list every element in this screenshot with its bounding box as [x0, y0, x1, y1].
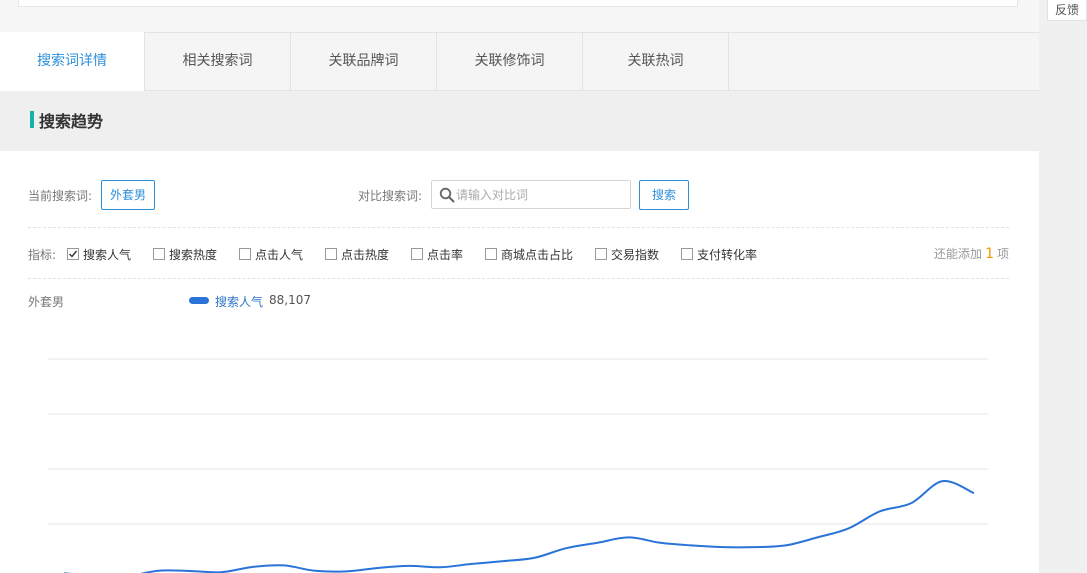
metric-click-popularity[interactable]: 点击人气 [239, 246, 303, 262]
tab-related-brand[interactable]: 关联品牌词 [291, 32, 437, 91]
series-line [64, 480, 975, 573]
section-title: 搜索趋势 [39, 112, 104, 131]
metric-label: 搜索人气 [83, 247, 132, 262]
section-header: 搜索趋势 [0, 91, 1039, 151]
checkbox[interactable] [325, 248, 337, 260]
legend-series-value: 88,107 [269, 293, 311, 307]
search-icon [439, 187, 455, 203]
tab-related-search[interactable]: 相关搜索词 [145, 32, 291, 91]
compare-keyword-input[interactable] [456, 181, 626, 208]
metric-label: 点击率 [427, 247, 464, 262]
metric-mall-click-share[interactable]: 商城点击占比 [485, 246, 573, 262]
chart-keyword-label: 外套男 [28, 295, 65, 309]
metric-label: 交易指数 [611, 247, 660, 262]
metric-label: 点击热度 [341, 247, 390, 262]
checkbox[interactable] [67, 248, 79, 260]
trend-chart [48, 358, 988, 573]
check-icon [69, 250, 78, 258]
tab-bar: 搜索词详情 相关搜索词 关联品牌词 关联修饰词 关联热词 [0, 32, 1039, 92]
checkbox[interactable] [153, 248, 165, 260]
top-card [18, 0, 1018, 7]
current-keyword-tag[interactable]: 外套男 [101, 180, 155, 210]
metric-pay-conversion[interactable]: 支付转化率 [681, 246, 757, 262]
divider [28, 278, 1009, 279]
metric-label: 搜索热度 [169, 247, 218, 262]
divider [28, 227, 1009, 228]
checkbox[interactable] [681, 248, 693, 260]
compare-search-box [431, 180, 631, 209]
checkbox[interactable] [239, 248, 251, 260]
section-marker [30, 111, 34, 128]
remaining-hint: 还能添加 1 项 [934, 245, 1009, 262]
metric-label: 商城点击占比 [501, 247, 574, 262]
tab-related-hot[interactable]: 关联热词 [583, 32, 729, 91]
metric-label: 支付转化率 [697, 247, 758, 262]
top-frame [0, 0, 1039, 32]
remaining-count: 1 [985, 246, 994, 262]
tab-related-modifier[interactable]: 关联修饰词 [437, 32, 583, 91]
metric-label: 点击人气 [255, 247, 304, 262]
checkbox[interactable] [485, 248, 497, 260]
metric-trade-index[interactable]: 交易指数 [595, 246, 659, 262]
metric-search-popularity[interactable]: 搜索人气 [67, 246, 131, 262]
right-rail [1039, 0, 1087, 573]
tab-search-detail[interactable]: 搜索词详情 [0, 32, 145, 92]
feedback-button[interactable]: 反馈 [1047, 0, 1087, 21]
legend-series-name[interactable]: 搜索人气 [215, 293, 263, 310]
metric-search-heat[interactable]: 搜索热度 [153, 246, 217, 262]
compare-keyword-label: 对比搜索词: [358, 189, 423, 203]
metrics-label: 指标: [28, 248, 57, 262]
remaining-suffix: 项 [996, 247, 1009, 261]
remaining-prefix: 还能添加 [934, 247, 983, 261]
search-button[interactable]: 搜索 [639, 180, 689, 210]
checkbox[interactable] [411, 248, 423, 260]
current-keyword-label: 当前搜索词: [28, 189, 93, 203]
metric-click-heat[interactable]: 点击热度 [325, 246, 389, 262]
legend-line-swatch [189, 297, 209, 304]
checkbox[interactable] [595, 248, 607, 260]
metric-click-rate[interactable]: 点击率 [411, 246, 463, 262]
